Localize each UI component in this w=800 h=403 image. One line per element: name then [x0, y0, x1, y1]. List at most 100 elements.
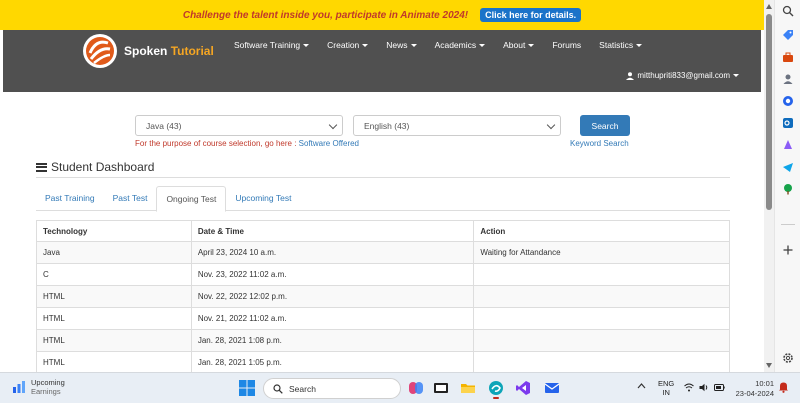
- sidebar-person-icon[interactable]: [781, 72, 795, 86]
- sidebar-search-icon[interactable]: [781, 4, 795, 18]
- keyword-search-link[interactable]: Keyword Search: [570, 139, 629, 148]
- folder-icon: [461, 384, 475, 393]
- wifi-icon: [684, 383, 694, 392]
- widget-text: Upcoming Earnings: [31, 378, 65, 396]
- title-divider: [36, 177, 730, 178]
- cell-date-time: Nov. 21, 2022 11:02 a.m.: [190, 307, 475, 330]
- language-select[interactable]: English (43): [353, 115, 561, 136]
- list-icon: [36, 162, 47, 172]
- cell-action: [473, 285, 730, 308]
- tab-past-training[interactable]: Past Training: [36, 186, 104, 211]
- tab-upcoming-test[interactable]: Upcoming Test: [226, 186, 300, 211]
- taskbar-app-file-explorer[interactable]: [459, 379, 477, 397]
- cell-technology: HTML: [36, 285, 192, 308]
- taskbar-search-placeholder: Search: [289, 383, 316, 394]
- taskbar-app-copilot[interactable]: [407, 379, 425, 397]
- nav-item-label: Forums: [552, 40, 582, 50]
- search-button[interactable]: Search: [580, 115, 630, 136]
- caret-down-icon: [636, 43, 643, 47]
- nav-software-training[interactable]: Software Training: [225, 40, 318, 50]
- sidebar-toolbox-icon[interactable]: [781, 50, 795, 64]
- sidebar-copilot-icon[interactable]: [781, 94, 795, 108]
- nav-item-label: Statistics: [599, 40, 634, 50]
- scrollbar-thumb[interactable]: [766, 14, 772, 210]
- sidebar-divider: [781, 224, 795, 225]
- cell-technology: C: [36, 263, 192, 286]
- table-row: HTML Jan. 28, 2021 1:08 p.m.: [36, 329, 730, 352]
- taskbar-clock[interactable]: 10:01 23-04-2024: [736, 379, 774, 399]
- nav-item-label: Academics: [434, 40, 477, 50]
- clock-time: 10:01: [755, 379, 774, 388]
- taskbar-app-visual-studio[interactable]: [514, 379, 532, 397]
- sidebar-games-icon[interactable]: [781, 138, 795, 152]
- cell-technology: HTML: [36, 329, 192, 352]
- stock-chart-icon: [13, 381, 25, 393]
- taskbar-app-task-view[interactable]: [432, 379, 450, 397]
- brand-name-part2: Tutorial: [170, 44, 214, 58]
- cell-date-time: Jan. 28, 2021 1:08 p.m.: [190, 329, 475, 352]
- notification-bell-icon[interactable]: [778, 381, 789, 395]
- taskbar-search-box[interactable]: Search: [263, 378, 401, 399]
- windows-start-icon[interactable]: [239, 380, 255, 396]
- sidebar-outlook-icon[interactable]: [781, 116, 795, 130]
- nav-news[interactable]: News: [377, 40, 425, 50]
- mail-icon: [544, 383, 560, 393]
- tab-ongoing-test[interactable]: Ongoing Test: [156, 186, 227, 212]
- table-row: HTML Nov. 22, 2022 12:02 p.m.: [36, 285, 730, 308]
- scroll-up-arrow-icon[interactable]: [766, 4, 772, 9]
- promo-text: Challenge the talent inside you, partici…: [182, 9, 469, 21]
- copilot-icon: [409, 382, 423, 394]
- edge-browser-icon: [489, 381, 503, 395]
- user-account-menu[interactable]: mitthupriti833@gmail.com: [626, 71, 739, 80]
- sidebar-settings-gear-icon[interactable]: [781, 351, 795, 365]
- language-code: ENG: [658, 379, 675, 388]
- table-row: Java April 23, 2024 10 a.m. Waiting for …: [36, 241, 730, 264]
- active-app-indicator: [493, 397, 499, 399]
- promo-banner: Challenge the talent inside you, partici…: [0, 0, 764, 30]
- sidebar-tag-icon[interactable]: [781, 28, 795, 42]
- sidebar-add-icon[interactable]: [781, 243, 795, 257]
- nav-statistics[interactable]: Statistics: [590, 40, 651, 50]
- tab-past-test[interactable]: Past Test: [104, 186, 157, 211]
- windows-taskbar: Upcoming Earnings Search ENG IN 10:01 23…: [0, 372, 800, 403]
- page-scrollbar[interactable]: [764, 0, 774, 372]
- nav-menu: Software Training Creation News Academic…: [225, 40, 651, 50]
- chevron-down-icon: [546, 120, 556, 130]
- sidebar-send-icon[interactable]: [781, 160, 795, 174]
- cell-date-time: April 23, 2024 10 a.m.: [190, 241, 475, 264]
- user-icon: [626, 71, 635, 80]
- input-language-indicator[interactable]: ENG IN: [658, 379, 674, 397]
- browser-viewport: Challenge the talent inside you, partici…: [0, 0, 764, 372]
- cell-technology: HTML: [36, 351, 192, 372]
- sidebar-tree-icon[interactable]: [781, 182, 795, 196]
- tray-overflow-chevron-icon[interactable]: [637, 382, 646, 392]
- spoken-tutorial-logo-icon: [83, 34, 117, 68]
- taskbar-app-edge[interactable]: [487, 379, 505, 399]
- brand-name: Spoken Tutorial: [124, 44, 214, 58]
- caret-down-icon: [528, 43, 535, 47]
- system-tray-icons[interactable]: [684, 383, 725, 392]
- scroll-down-arrow-icon[interactable]: [766, 363, 772, 368]
- nav-forums[interactable]: Forums: [543, 40, 590, 50]
- cell-date-time: Nov. 22, 2022 12:02 p.m.: [190, 285, 475, 308]
- course-search: Java (43) English (43) Search For the pu…: [135, 115, 635, 155]
- nav-academics[interactable]: Academics: [426, 40, 495, 50]
- user-email: mitthupriti833@gmail.com: [637, 71, 730, 80]
- cell-action: [473, 307, 730, 330]
- cell-date-time: Nov. 23, 2022 11:02 a.m.: [190, 263, 475, 286]
- promo-details-button[interactable]: Click here for details.: [480, 8, 582, 22]
- nav-about[interactable]: About: [494, 40, 543, 50]
- cell-action: [473, 351, 730, 372]
- foss-select-value: Java (43): [146, 121, 182, 131]
- cell-action: [473, 329, 730, 352]
- cell-date-time: Jan. 28, 2021 1:05 p.m.: [190, 351, 475, 372]
- taskbar-app-mail[interactable]: [543, 379, 561, 397]
- caret-down-icon: [733, 74, 739, 77]
- cell-technology: HTML: [36, 307, 192, 330]
- dashboard-tabs: Past Training Past Test Ongoing Test Upc…: [36, 186, 730, 212]
- nav-creation[interactable]: Creation: [318, 40, 377, 50]
- brand-logo-link[interactable]: Spoken Tutorial: [82, 33, 214, 69]
- software-offered-link[interactable]: Software Offered: [299, 139, 359, 148]
- foss-select[interactable]: Java (43): [135, 115, 343, 136]
- taskbar-widgets[interactable]: Upcoming Earnings: [12, 378, 65, 396]
